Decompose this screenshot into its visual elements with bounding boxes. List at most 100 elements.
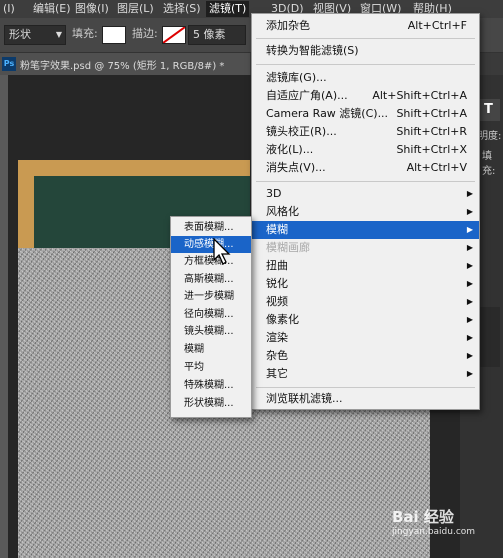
submenu-item-radial-blur[interactable]: 径向模糊... [171,306,251,323]
opacity-label: 明度: [478,131,502,142]
submenu-item-label: 镜头模糊... [184,326,234,337]
left-ruler-strip [0,75,8,558]
chevron-right-icon: ▶ [466,189,473,198]
submenu-item-motion-blur[interactable]: 动感模糊... [171,236,251,253]
submenu-item-shape-blur[interactable]: 形状模糊... [171,395,251,412]
menu-item-shortcut: Shift+Ctrl+X [396,143,467,156]
menu-image[interactable]: 图像(I) [72,1,112,17]
shape-mode-select[interactable]: 形状 ▼ [4,25,66,45]
chevron-right-icon: ▶ [466,279,473,288]
submenu-item-label: 高斯模糊... [184,274,234,285]
stroke-size-value: 5 像素 [193,28,226,41]
menu-item-adaptive-wide-angle[interactable]: 自适应广角(A)... Alt+Shift+Ctrl+A [252,87,479,105]
chevron-right-icon: ▶ [466,369,473,378]
menu-item-video[interactable]: 视频 ▶ [252,293,479,311]
menu-item-label: 镜头校正(R)... [266,125,337,138]
chevron-right-icon: ▶ [466,207,473,216]
menu-item-noise[interactable]: 杂色 ▶ [252,347,479,365]
submenu-item-label: 径向模糊... [184,309,234,320]
menu-item-vanishing-point[interactable]: 消失点(V)... Alt+Ctrl+V [252,159,479,177]
chevron-right-icon: ▶ [466,261,473,270]
baidu-jingyan-watermark: Bai 经验 jingyan.baidu.com [392,506,475,537]
chevron-right-icon: ▶ [466,297,473,306]
submenu-item-label: 进一步模糊 [184,291,234,302]
menu-item-stylize[interactable]: 风格化 ▶ [252,203,479,221]
menu-item-pixelate[interactable]: 像素化 ▶ [252,311,479,329]
chevron-right-icon: ▶ [466,243,473,252]
no-stroke-icon [163,27,185,43]
menu-item-label: 视频 [266,295,288,308]
fill-swatch[interactable] [102,26,126,44]
menu-item-shortcut: Alt+Ctrl+F [407,19,467,32]
menu-select[interactable]: 选择(S) [160,1,204,17]
menu-item-label: 浏览联机滤镜... [266,392,343,405]
chevron-right-icon: ▶ [466,333,473,342]
menu-item-label: 锐化 [266,277,288,290]
menu-item-convert-smart-filter[interactable]: 转换为智能滤镜(S) [252,42,479,60]
menu-item-3d[interactable]: 3D ▶ [252,185,479,203]
menu-item-shortcut: Alt+Ctrl+V [406,161,467,174]
chevron-right-icon: ▶ [466,351,473,360]
document-tab[interactable]: Ps 粉笔字效果.psd @ 75% (矩形 1, RGB/8#) * [0,53,250,75]
menu-item-lens-correction[interactable]: 镜头校正(R)... Shift+Ctrl+R [252,123,479,141]
menu-item-filter-gallery[interactable]: 滤镜库(G)... [252,69,479,87]
menu-item-camera-raw[interactable]: Camera Raw 滤镜(C)... Shift+Ctrl+A [252,105,479,123]
menu-item-shortcut: Alt+Shift+Ctrl+A [372,89,467,102]
watermark-url: jingyan.baidu.com [392,527,476,537]
menu-item-label: 扭曲 [266,259,288,272]
menu-item-label: 转换为智能滤镜(S) [266,44,359,57]
fill-label: 填充: [72,27,98,40]
menu-separator [256,387,475,388]
stroke-label: 描边: [132,27,158,40]
menu-item-blur[interactable]: 模糊 ▶ [252,221,479,239]
menu-layer[interactable]: 图层(L) [114,1,157,17]
submenu-item-label: 形状模糊... [184,398,234,409]
menu-item-shortcut: Shift+Ctrl+A [396,107,467,120]
menu-file-partial[interactable]: (I) [0,1,18,17]
submenu-item-average[interactable]: 平均 [171,359,251,376]
menu-item-label: 消失点(V)... [266,161,326,174]
menu-item-label: 其它 [266,367,288,380]
shape-mode-value: 形状 [9,28,31,41]
mouse-pointer-icon [213,238,231,265]
photoshop-icon: Ps [2,57,16,71]
submenu-item-label: 模糊 [184,344,204,355]
chevron-right-icon: ▶ [466,225,473,234]
menu-item-shortcut: Shift+Ctrl+R [396,125,467,138]
menu-item-label: 添加杂色 [266,19,310,32]
stroke-size-field[interactable]: 5 像素 [188,25,246,45]
menu-edit[interactable]: 编辑(E) [30,1,74,17]
menu-item-other[interactable]: 其它 ▶ [252,365,479,383]
filter-menu: 添加杂色 Alt+Ctrl+F 转换为智能滤镜(S) 滤镜库(G)... 自适应广… [251,13,480,410]
submenu-item-blur-more[interactable]: 进一步模糊 [171,288,251,305]
submenu-item-blur[interactable]: 模糊 [171,341,251,358]
menu-item-label: 风格化 [266,205,299,218]
chevron-down-icon: ▼ [55,30,62,39]
menu-item-distort[interactable]: 扭曲 ▶ [252,257,479,275]
menu-filter[interactable]: 滤镜(T) [206,1,250,17]
menu-item-label: 滤镜库(G)... [266,71,327,84]
menu-separator [256,181,475,182]
menu-item-browse-online[interactable]: 浏览联机滤镜... [252,390,479,408]
menu-item-add-noise[interactable]: 添加杂色 Alt+Ctrl+F [252,17,479,35]
menu-item-sharpen[interactable]: 锐化 ▶ [252,275,479,293]
submenu-item-surface-blur[interactable]: 表面模糊... [171,219,251,236]
stroke-swatch[interactable] [162,26,186,44]
menu-item-label: Camera Raw 滤镜(C)... [266,107,389,120]
text-tool-icon: T [484,102,493,117]
watermark-text: Bai 经验 [392,508,454,526]
menu-item-label: 模糊 [266,223,288,236]
menu-item-label: 渲染 [266,331,288,344]
submenu-item-lens-blur[interactable]: 镜头模糊... [171,323,251,340]
chevron-right-icon: ▶ [466,315,473,324]
menu-item-render[interactable]: 渲染 ▶ [252,329,479,347]
menu-item-label: 像素化 [266,313,299,326]
menu-separator [256,38,475,39]
submenu-item-box-blur[interactable]: 方框模糊... [171,253,251,270]
menu-separator [256,64,475,65]
menu-item-label: 自适应广角(A)... [266,89,348,102]
submenu-item-gaussian-blur[interactable]: 高斯模糊... [171,271,251,288]
menu-item-liquify[interactable]: 液化(L)... Shift+Ctrl+X [252,141,479,159]
submenu-item-label: 表面模糊... [184,222,234,233]
submenu-item-smart-blur[interactable]: 特殊模糊... [171,377,251,394]
